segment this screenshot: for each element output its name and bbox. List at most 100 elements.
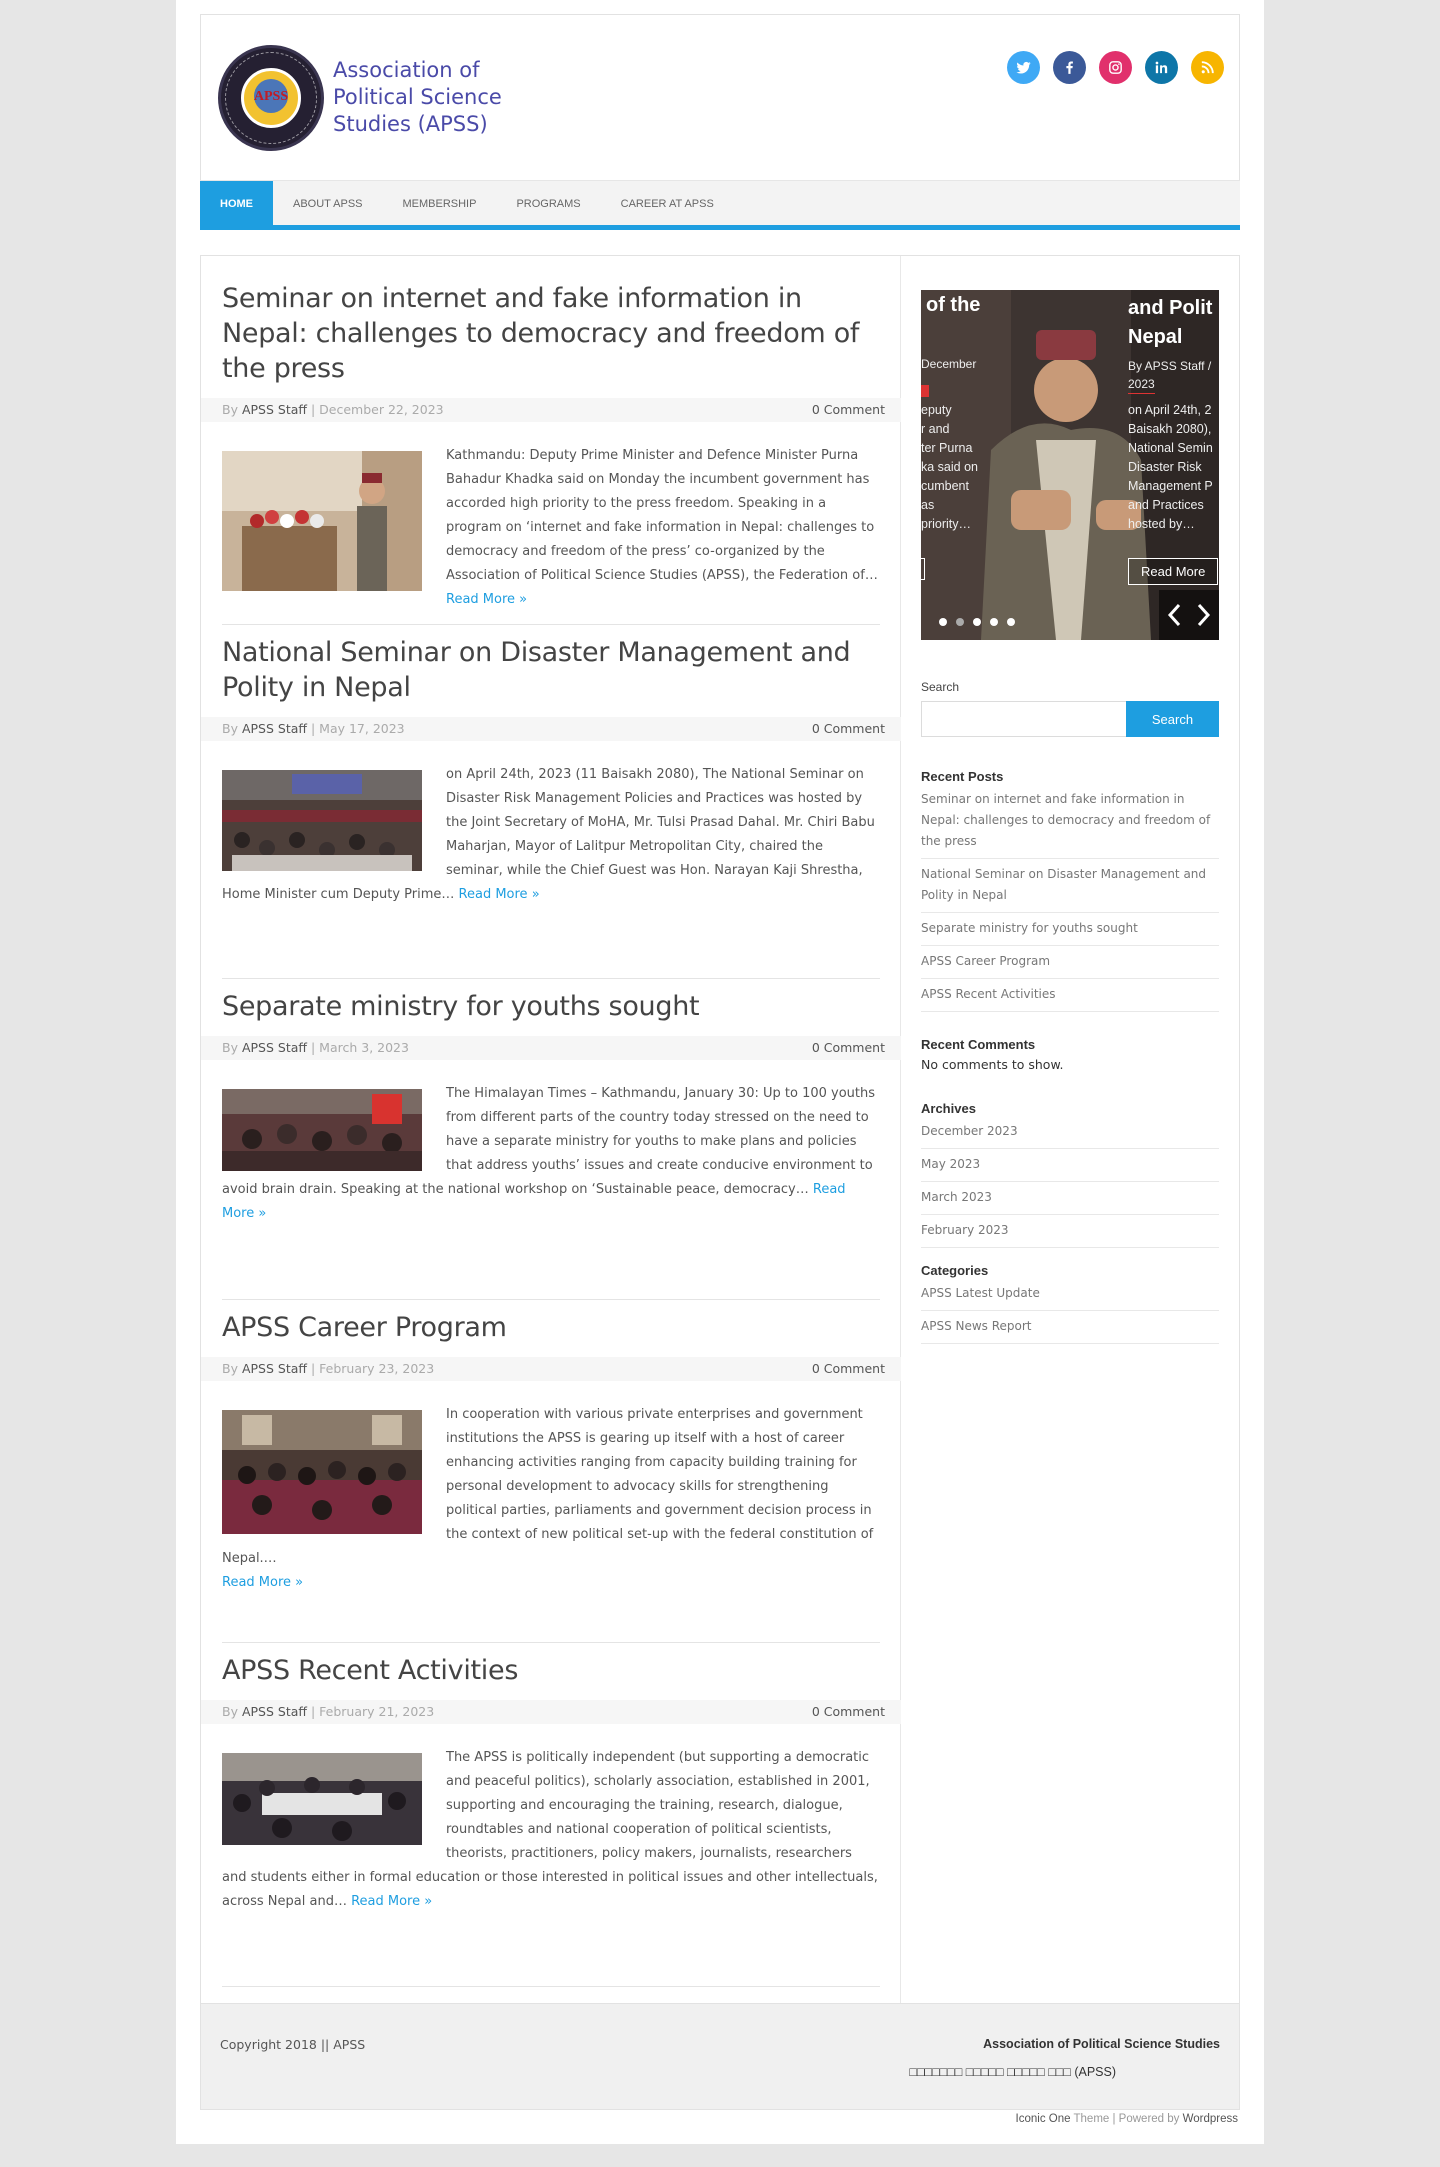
sidebar: of the December eputy r and ter Purna ka… <box>921 256 1219 2003</box>
site-title-line-3: Studies (APSS) <box>333 112 488 136</box>
category-link[interactable]: APSS Latest Update <box>921 1278 1219 1311</box>
slide-read-more-button[interactable]: Read More <box>1128 558 1219 585</box>
post-thumbnail[interactable] <box>222 1410 422 1534</box>
post-meta: By APSS Staff | March 3, 2023 0 Comment <box>201 1036 901 1060</box>
slider-dot[interactable] <box>939 618 947 626</box>
slider-prev-button[interactable] <box>1159 590 1189 640</box>
recent-post-link[interactable]: APSS Career Program <box>921 946 1219 979</box>
widget-title: Recent Comments <box>921 1037 1036 1052</box>
site-header: APSS Association of Political Science St… <box>200 14 1240 182</box>
page: APSS Association of Political Science St… <box>176 0 1264 2144</box>
nav-item-career[interactable]: CAREER AT APSS <box>601 181 734 226</box>
post-thumbnail[interactable] <box>222 451 422 591</box>
slide-excerpt: on April 24th, 2 Baisakh 2080), National… <box>1128 403 1213 531</box>
site-title-line-2: Political Science <box>333 85 502 109</box>
post-excerpt: The Himalayan Times – Kathmandu, January… <box>222 1086 876 1221</box>
comment-count-link[interactable]: 0 Comment <box>812 1357 885 1381</box>
post-meta: By APSS Staff | February 23, 2023 0 Comm… <box>201 1357 901 1381</box>
facebook-link[interactable] <box>1053 51 1086 84</box>
instagram-link[interactable] <box>1099 51 1132 84</box>
read-more-link[interactable]: Read More » <box>222 1575 303 1590</box>
author-link[interactable]: APSS Staff <box>242 721 307 736</box>
linkedin-link[interactable] <box>1145 51 1178 84</box>
author-link[interactable]: APSS Staff <box>242 1040 307 1055</box>
post-title-link[interactable]: Separate ministry for youths sought <box>222 989 880 1024</box>
category-link[interactable]: APSS News Report <box>921 1311 1219 1344</box>
comment-count-link[interactable]: 0 Comment <box>812 1036 885 1060</box>
archive-link[interactable]: May 2023 <box>921 1149 1219 1182</box>
twitter-link[interactable] <box>1007 51 1040 84</box>
slider-next-button[interactable] <box>1189 590 1219 640</box>
post-meta: By APSS Staff | December 22, 2023 0 Comm… <box>201 398 901 422</box>
nav-item-about[interactable]: ABOUT APSS <box>273 181 383 226</box>
recent-post-link[interactable]: APSS Recent Activities <box>921 979 1219 1012</box>
recent-post-link[interactable]: National Seminar on Disaster Management … <box>921 859 1219 913</box>
twitter-icon <box>1016 61 1031 74</box>
archive-link[interactable]: December 2023 <box>921 1116 1219 1149</box>
wordpress-link[interactable]: Wordpress <box>1183 2113 1238 2125</box>
author-link[interactable]: APSS Staff <box>242 1704 307 1719</box>
archive-link[interactable]: March 2023 <box>921 1182 1219 1215</box>
post-date: | May 17, 2023 <box>307 721 405 736</box>
recent-post-link[interactable]: Separate ministry for youths sought <box>921 913 1219 946</box>
chevron-right-icon <box>1197 603 1211 627</box>
post-date: | December 22, 2023 <box>307 402 444 417</box>
content-column: Seminar on internet and fake information… <box>201 256 901 2003</box>
slide-meta: December <box>921 357 977 371</box>
theme-link[interactable]: Iconic One <box>1016 2113 1071 2125</box>
nav-item-programs[interactable]: PROGRAMS <box>496 181 600 226</box>
featured-slider[interactable]: of the December eputy r and ter Purna ka… <box>921 290 1219 640</box>
post-article: National Seminar on Disaster Management … <box>201 635 901 907</box>
site-footer: Copyright 2018 || APSS Association of Po… <box>200 2003 1240 2110</box>
footer-org-subtitle: □□□□□□□ □□□□□ □□□□□ □□□ (APSS) <box>909 2065 1116 2079</box>
slider-dot[interactable] <box>956 618 964 626</box>
archive-link[interactable]: February 2023 <box>921 1215 1219 1248</box>
comment-count-link[interactable]: 0 Comment <box>812 1700 885 1724</box>
comment-count-link[interactable]: 0 Comment <box>812 717 885 741</box>
slider-dot[interactable] <box>1007 618 1015 626</box>
post-thumbnail[interactable] <box>222 1753 422 1845</box>
post-title-link[interactable]: National Seminar on Disaster Management … <box>222 635 880 705</box>
search-input[interactable] <box>921 701 1127 737</box>
read-more-link[interactable]: Read More » <box>459 887 540 902</box>
linkedin-icon <box>1155 61 1168 74</box>
archives-widget: Archives December 2023 May 2023 March 20… <box>921 1101 1219 1248</box>
recent-posts-widget: Recent Posts Seminar on internet and fak… <box>921 769 1219 1012</box>
post-title-link[interactable]: Seminar on internet and fake information… <box>222 281 880 386</box>
slide-title: of the <box>926 294 981 316</box>
post-title-link[interactable]: APSS Recent Activities <box>222 1653 880 1688</box>
post-excerpt: Kathmandu: Deputy Prime Minister and Def… <box>222 444 880 612</box>
slider-pagination <box>939 618 1015 626</box>
slider-dot[interactable] <box>973 618 981 626</box>
slider-dot[interactable] <box>990 618 998 626</box>
widget-title: Archives <box>921 1101 976 1116</box>
main-area: Seminar on internet and fake information… <box>200 255 1240 2004</box>
widget-title: Categories <box>921 1263 989 1278</box>
post-thumbnail[interactable] <box>222 1089 422 1171</box>
main-navigation: HOME ABOUT APSS MEMBERSHIP PROGRAMS CARE… <box>200 180 1240 230</box>
widget-title: Recent Posts <box>921 769 1004 784</box>
author-link[interactable]: APSS Staff <box>242 402 307 417</box>
post-article: APSS Career Program By APSS Staff | Febr… <box>201 1310 901 1595</box>
read-more-link[interactable]: Read More » <box>446 592 527 607</box>
search-label: Search <box>921 680 960 694</box>
recent-post-link[interactable]: Seminar on internet and fake information… <box>921 784 1219 859</box>
site-logo[interactable]: APSS Association of Political Science St… <box>218 45 518 155</box>
meeting-photo-image <box>222 1753 422 1845</box>
comment-count-link[interactable]: 0 Comment <box>812 398 885 422</box>
social-links <box>1007 51 1224 85</box>
post-thumbnail[interactable] <box>222 770 422 871</box>
post-title-link[interactable]: APSS Career Program <box>222 1310 880 1345</box>
nav-item-membership[interactable]: MEMBERSHIP <box>383 181 497 226</box>
slide-title: and Polit Nepal <box>1128 297 1213 348</box>
nav-item-home[interactable]: HOME <box>200 181 273 226</box>
search-button[interactable]: Search <box>1126 701 1219 737</box>
read-more-link[interactable]: Read More » <box>351 1894 432 1909</box>
author-link[interactable]: APSS Staff <box>242 1361 307 1376</box>
post-excerpt: The APSS is politically independent (but… <box>222 1750 878 1909</box>
post-divider <box>222 1642 880 1643</box>
seminar-photo-image <box>222 770 422 871</box>
categories-widget: Categories APSS Latest Update APSS News … <box>921 1263 1219 1344</box>
instagram-icon <box>1109 61 1122 74</box>
rss-link[interactable] <box>1191 51 1224 84</box>
